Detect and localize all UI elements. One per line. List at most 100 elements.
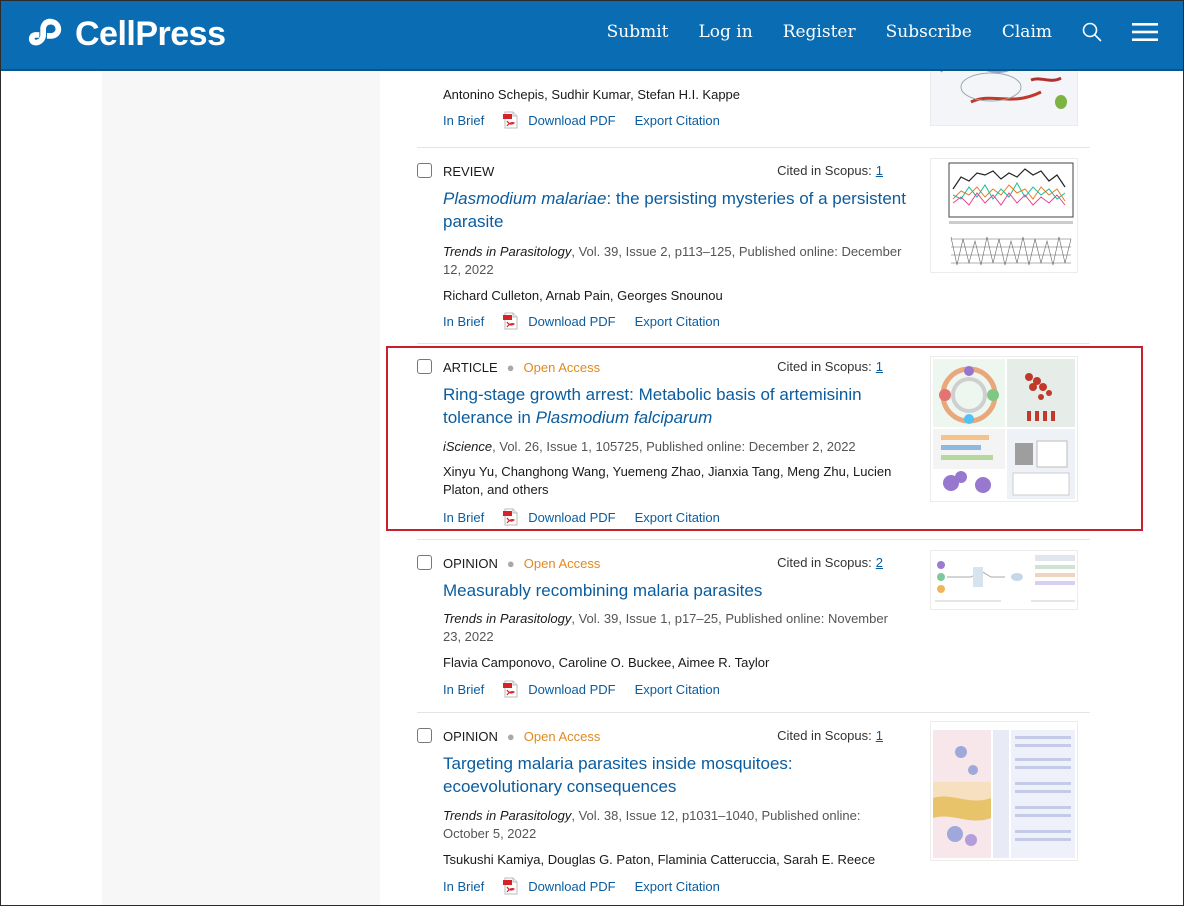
select-article-checkbox[interactable] — [417, 555, 432, 570]
article-type-row: OPINION ● Open Access — [443, 555, 600, 571]
article-links: In Brief Download PDF Export Citation — [443, 877, 720, 895]
article-type: OPINION — [443, 555, 498, 571]
download-pdf-link[interactable]: Download PDF — [502, 508, 616, 526]
hamburger-menu-icon — [1132, 23, 1158, 41]
logo-text: CellPress — [75, 14, 226, 53]
article-thumbnail[interactable] — [930, 356, 1078, 502]
article-type: OPINION — [443, 728, 498, 744]
journal-name: Trends in Parasitology — [443, 808, 572, 823]
select-article-checkbox[interactable] — [417, 359, 432, 374]
cited-in-scopus: Cited in Scopus: 1 — [683, 359, 883, 374]
article-item: ARTICLE ● Open Access Cited in Scopus: 1 … — [417, 344, 1090, 540]
cited-label: Cited in Scopus: — [777, 359, 872, 374]
journal-name: Trends in Parasitology — [443, 244, 572, 259]
thumbnail-figure — [931, 722, 1077, 860]
export-citation-link[interactable]: Export Citation — [635, 113, 720, 128]
download-pdf-link[interactable]: Download PDF — [502, 312, 616, 330]
main-nav: Submit Log in Register Subscribe Claim — [577, 0, 1158, 64]
in-brief-link[interactable]: In Brief — [443, 113, 484, 128]
article-title[interactable]: Plasmodium malariae: the persisting myst… — [443, 187, 913, 233]
cited-in-scopus: Cited in Scopus: 1 — [683, 728, 883, 743]
cited-count-link[interactable]: 1 — [876, 359, 883, 374]
pdf-icon — [503, 312, 518, 330]
select-article-checkbox[interactable] — [417, 163, 432, 178]
download-pdf-link[interactable]: Download PDF — [502, 111, 616, 129]
pdf-icon — [503, 877, 518, 895]
article-item: REVIEW Cited in Scopus: 1 Plasmodium mala… — [417, 148, 1090, 344]
cited-count-link[interactable]: 1 — [876, 163, 883, 178]
article-links: In Brief Download PDF Export Citation — [443, 680, 720, 698]
download-pdf-label: Download PDF — [528, 681, 616, 697]
cited-label: Cited in Scopus: — [777, 728, 872, 743]
article-thumbnail[interactable] — [930, 550, 1078, 610]
open-access-badge: Open Access — [523, 555, 601, 571]
select-article-checkbox[interactable] — [417, 728, 432, 743]
nav-log-in[interactable]: Log in — [698, 22, 752, 42]
graphical-abstract-figure — [931, 357, 1077, 501]
article-thumbnail[interactable] — [930, 158, 1078, 273]
pdf-icon — [503, 680, 518, 698]
article-authors: Xinyu Yu, Changhong Wang, Yuemeng Zhao, … — [443, 464, 892, 497]
cellpress-logo-icon — [28, 18, 62, 46]
article-thumbnail[interactable] — [930, 721, 1078, 861]
article-title[interactable]: Ring-stage growth arrest: Metabolic basi… — [443, 383, 913, 429]
article-title-text: Targeting malaria parasites inside mosqu… — [443, 754, 793, 796]
article-item: OPINION ● Open Access Cited in Scopus: 2 … — [417, 540, 1090, 713]
cited-label: Cited in Scopus: — [777, 163, 872, 178]
article-links: In Brief Download PDF Export Citation — [443, 508, 720, 526]
in-brief-link[interactable]: In Brief — [443, 879, 484, 894]
cited-label: Cited in Scopus: — [777, 555, 872, 570]
export-citation-link[interactable]: Export Citation — [635, 510, 720, 525]
nav-register[interactable]: Register — [783, 22, 856, 42]
separator-dot: ● — [506, 728, 515, 744]
open-access-badge: Open Access — [523, 728, 601, 744]
article-title[interactable]: Targeting malaria parasites inside mosqu… — [443, 752, 913, 798]
article-list: Antonino Schepis, Sudhir Kumar, Stefan H… — [380, 31, 1184, 906]
cited-in-scopus: Cited in Scopus: 2 — [683, 555, 883, 570]
thumbnail-figure — [931, 551, 1077, 609]
article-type-row: REVIEW — [443, 163, 494, 179]
filter-sidebar — [102, 71, 380, 906]
download-pdf-label: Download PDF — [528, 509, 616, 525]
export-citation-link[interactable]: Export Citation — [635, 314, 720, 329]
cited-count-link[interactable]: 1 — [876, 728, 883, 743]
article-title[interactable]: Measurably recombining malaria parasites — [443, 579, 913, 602]
export-citation-link[interactable]: Export Citation — [635, 879, 720, 894]
article-title-text: Measurably recombining malaria parasites — [443, 581, 763, 600]
download-pdf-link[interactable]: Download PDF — [502, 680, 616, 698]
cited-in-scopus: Cited in Scopus: 1 — [683, 163, 883, 178]
nav-subscribe[interactable]: Subscribe — [886, 22, 972, 42]
article-type: REVIEW — [443, 163, 495, 179]
article-type: ARTICLE — [443, 359, 498, 375]
in-brief-link[interactable]: In Brief — [443, 510, 484, 525]
article-item: OPINION ● Open Access Cited in Scopus: 1 … — [417, 713, 1090, 906]
download-pdf-link[interactable]: Download PDF — [502, 877, 616, 895]
menu-button[interactable] — [1132, 22, 1158, 42]
article-citation: Trends in Parasitology, Vol. 38, Issue 1… — [443, 807, 903, 843]
article-type-row: ARTICLE ● Open Access — [443, 359, 600, 375]
article-title-italic: Plasmodium malariae — [443, 189, 607, 208]
article-citation: Trends in Parasitology, Vol. 39, Issue 1… — [443, 610, 903, 646]
article-type-row: OPINION ● Open Access — [443, 728, 600, 744]
download-pdf-label: Download PDF — [528, 878, 616, 894]
nav-submit[interactable]: Submit — [607, 22, 669, 42]
search-button[interactable] — [1082, 22, 1102, 42]
export-citation-link[interactable]: Export Citation — [635, 682, 720, 697]
in-brief-link[interactable]: In Brief — [443, 314, 484, 329]
article-authors: Tsukushi Kamiya, Douglas G. Paton, Flami… — [443, 852, 876, 867]
article-title-italic: Plasmodium falciparum — [535, 408, 713, 427]
article-details: , Vol. 26, Issue 1, 105725, Published on… — [492, 439, 856, 454]
download-pdf-label: Download PDF — [528, 313, 616, 329]
separator-dot: ● — [506, 555, 515, 571]
search-icon — [1082, 22, 1102, 42]
download-pdf-label: Download PDF — [528, 112, 616, 128]
journal-name: Trends in Parasitology — [443, 611, 572, 626]
in-brief-link[interactable]: In Brief — [443, 682, 484, 697]
cited-count-link[interactable]: 2 — [876, 555, 883, 570]
article-authors: Richard Culleton, Arnab Pain, Georges Sn… — [443, 288, 723, 303]
journal-name: iScience — [443, 439, 493, 454]
article-links: In Brief Download PDF Export Citation — [443, 111, 720, 129]
open-access-badge: Open Access — [523, 359, 601, 375]
cellpress-logo[interactable]: CellPress — [27, 14, 226, 54]
nav-claim[interactable]: Claim — [1002, 22, 1052, 42]
